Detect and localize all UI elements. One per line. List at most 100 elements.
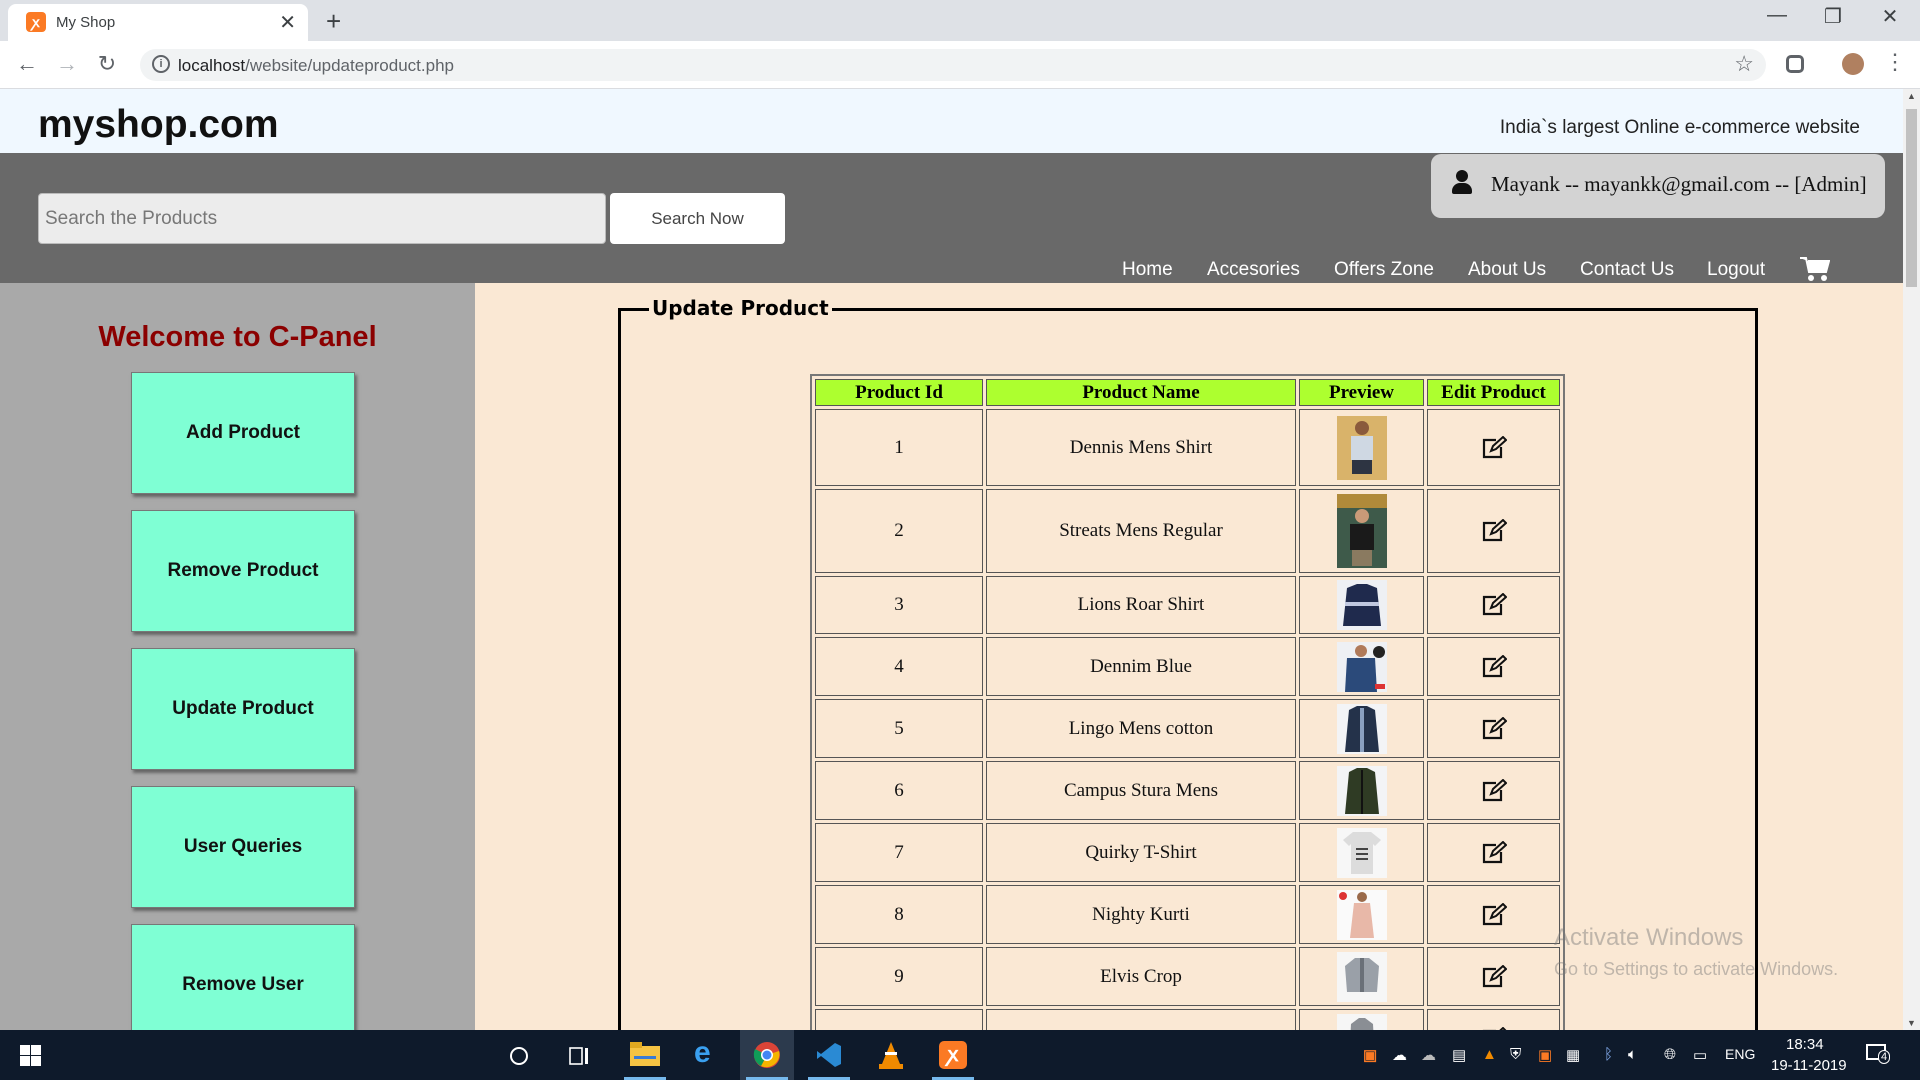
- edit-icon[interactable]: [1481, 902, 1507, 927]
- product-preview-image: [1336, 889, 1387, 940]
- nav-about-us[interactable]: About Us: [1468, 259, 1546, 281]
- battery-tray-icon[interactable]: ▭: [1693, 1046, 1707, 1064]
- column-header: Preview: [1299, 379, 1424, 406]
- preview-cell: [1299, 489, 1424, 573]
- remove-product-button[interactable]: Remove Product: [131, 510, 355, 632]
- shopping-cart-icon[interactable]: [1800, 256, 1830, 282]
- tab-title: My Shop: [56, 14, 116, 31]
- menu-kebab-icon[interactable]: ⋮: [1880, 49, 1910, 75]
- user-info-text: Mayank -- mayankk@gmail.com -- [Admin]: [1491, 172, 1867, 196]
- tab-close-icon[interactable]: ✕: [279, 10, 296, 35]
- table-row: 4 Dennim Blue: [815, 637, 1560, 696]
- reload-icon[interactable]: ↻: [92, 51, 122, 77]
- bookmark-star-icon[interactable]: ☆: [1734, 51, 1754, 77]
- address-bar[interactable]: i localhost/website/updateproduct.php ☆: [140, 49, 1766, 81]
- scroll-up-icon[interactable]: ▲: [1907, 91, 1916, 101]
- edit-cell: [1427, 637, 1560, 696]
- remove-user-button[interactable]: Remove User: [131, 924, 355, 1030]
- cloud-tray-icon[interactable]: ☁: [1421, 1046, 1436, 1064]
- table-row: 2 Streats Mens Regular: [815, 489, 1560, 573]
- user-queries-button[interactable]: User Queries: [131, 786, 355, 908]
- edit-icon[interactable]: [1481, 519, 1507, 543]
- vlc-tray-icon[interactable]: ▲: [1482, 1046, 1497, 1063]
- browser-tab[interactable]: ꭗ My Shop ✕: [8, 4, 308, 41]
- edit-icon[interactable]: [1481, 964, 1507, 989]
- preview-cell: [1299, 823, 1424, 882]
- windows-start-icon[interactable]: [20, 1045, 41, 1066]
- table-header-row: Product Id Product Name Preview Edit Pro…: [815, 379, 1560, 406]
- action-center-icon[interactable]: 4: [1866, 1042, 1891, 1066]
- page-scrollbar[interactable]: ▲ ▼: [1903, 89, 1920, 1030]
- update-product-button[interactable]: Update Product: [131, 648, 355, 770]
- sidebar-title: Welcome to C-Panel: [98, 321, 377, 353]
- vscode-icon: [817, 1043, 841, 1067]
- profile-avatar[interactable]: [1842, 53, 1864, 75]
- cortana-search-icon[interactable]: [508, 1045, 530, 1067]
- product-preview-image: [1336, 765, 1387, 816]
- back-icon[interactable]: ←: [12, 51, 42, 77]
- onedrive-tray-icon[interactable]: ☁: [1392, 1046, 1407, 1064]
- task-view-icon[interactable]: [568, 1045, 592, 1067]
- preview-cell: [1299, 947, 1424, 1006]
- volume-tray-icon[interactable]: 🔈︎: [1628, 1046, 1637, 1063]
- nav-contact-us[interactable]: Contact Us: [1580, 259, 1674, 281]
- extension-icon[interactable]: [1786, 55, 1804, 73]
- keyboard-tray-icon[interactable]: ▤: [1452, 1046, 1466, 1064]
- minimize-icon[interactable]: —: [1757, 4, 1797, 27]
- edit-icon[interactable]: [1481, 716, 1507, 741]
- xampp-control-tray-icon[interactable]: ▣: [1538, 1046, 1552, 1064]
- notification-count-badge: 4: [1878, 1050, 1891, 1064]
- edit-icon[interactable]: [1481, 593, 1507, 617]
- edit-cell: [1427, 409, 1560, 486]
- product-name-cell: Elvis Crop: [986, 947, 1296, 1006]
- xampp-taskbar-item[interactable]: ꭗ: [926, 1030, 980, 1080]
- site-logo[interactable]: myshop.com: [38, 103, 279, 147]
- chrome-taskbar-item[interactable]: [740, 1030, 794, 1080]
- site-tagline: India`s largest Online e-commerce websit…: [1499, 117, 1860, 138]
- edit-icon[interactable]: [1481, 654, 1507, 679]
- edge-taskbar-item[interactable]: e: [680, 1030, 734, 1080]
- chrome-icon: [753, 1042, 780, 1068]
- restore-icon[interactable]: ❐: [1813, 4, 1853, 29]
- clock-date[interactable]: 19-11-2019: [1771, 1057, 1847, 1074]
- edit-cell: [1427, 699, 1560, 758]
- column-header: Product Name: [986, 379, 1296, 406]
- product-id-cell: 5: [815, 699, 983, 758]
- nav-offers-zone[interactable]: Offers Zone: [1334, 259, 1434, 281]
- language-indicator[interactable]: ENG: [1725, 1046, 1755, 1062]
- clock-time[interactable]: 18:34: [1786, 1036, 1824, 1053]
- vlc-taskbar-item[interactable]: [864, 1030, 918, 1080]
- file-explorer-taskbar-item[interactable]: [618, 1030, 672, 1080]
- vlc-icon: [879, 1042, 903, 1069]
- product-table: Product Id Product Name Preview Edit Pro…: [810, 374, 1565, 1030]
- table-row: [815, 1009, 1560, 1030]
- edit-icon[interactable]: [1481, 778, 1507, 803]
- url-text: localhost/website/updateproduct.php: [178, 56, 454, 75]
- activate-windows-hint: Go to Settings to activate Windows.: [1554, 959, 1839, 979]
- scroll-down-icon[interactable]: ▼: [1907, 1018, 1916, 1028]
- forward-icon[interactable]: →: [52, 51, 82, 77]
- search-button[interactable]: Search Now: [610, 193, 785, 244]
- xampp-tray-icon[interactable]: ▣: [1363, 1046, 1377, 1064]
- nav-home[interactable]: Home: [1122, 259, 1173, 281]
- user-icon: [1451, 170, 1473, 196]
- column-header: Edit Product: [1427, 379, 1560, 406]
- search-input[interactable]: Search the Products: [38, 193, 606, 244]
- new-tab-icon[interactable]: +: [326, 6, 341, 37]
- network-share-tray-icon[interactable]: ▦: [1566, 1046, 1580, 1064]
- scrollbar-thumb[interactable]: [1906, 109, 1917, 287]
- bluetooth-tray-icon[interactable]: ᛒ: [1604, 1046, 1613, 1063]
- add-product-button[interactable]: Add Product: [131, 372, 355, 494]
- nav-logout[interactable]: Logout: [1707, 259, 1765, 281]
- nav-accesories[interactable]: Accesories: [1207, 259, 1300, 281]
- edit-icon[interactable]: [1481, 840, 1507, 865]
- window-close-icon[interactable]: ✕: [1870, 4, 1910, 29]
- table-row: 8 Nighty Kurti: [815, 885, 1560, 944]
- network-tray-icon[interactable]: 🌐︎: [1664, 1046, 1676, 1063]
- vscode-taskbar-item[interactable]: [802, 1030, 856, 1080]
- site-info-icon[interactable]: i: [152, 55, 170, 73]
- edit-icon[interactable]: [1481, 435, 1507, 460]
- preview-cell: [1299, 576, 1424, 634]
- security-tray-icon[interactable]: ⛨: [1510, 1046, 1521, 1063]
- product-preview-image: [1336, 703, 1387, 754]
